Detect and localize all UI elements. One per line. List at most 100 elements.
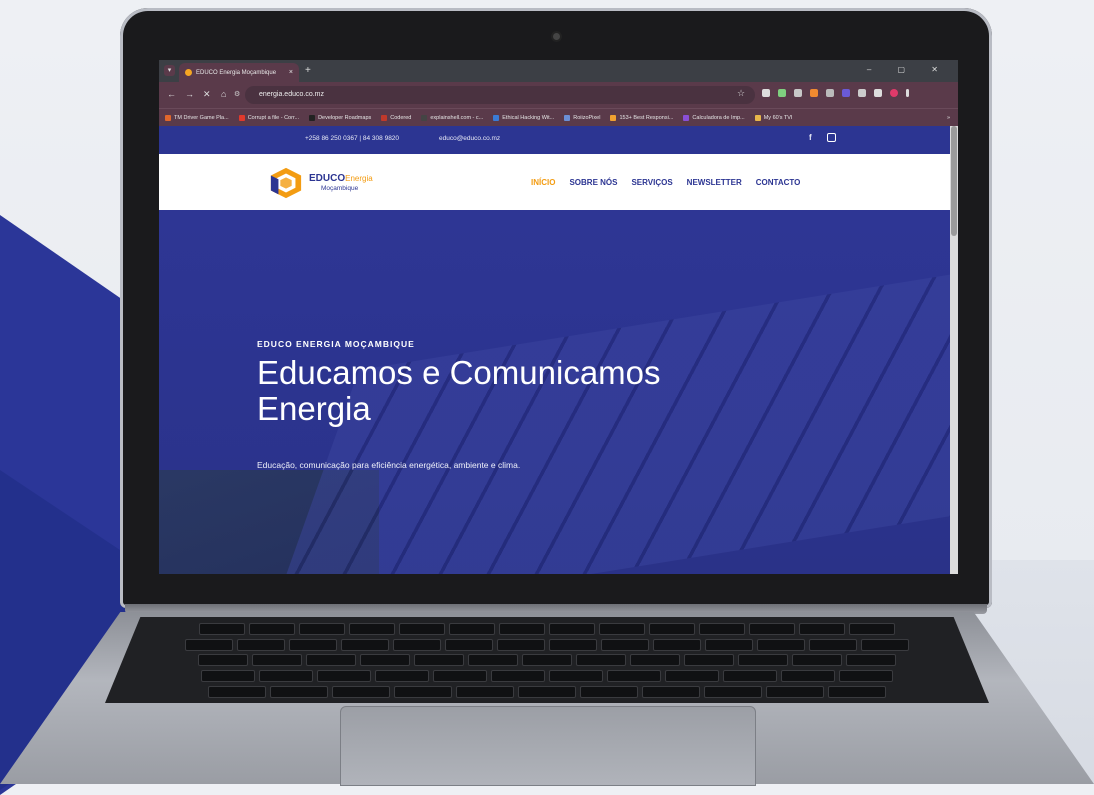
window-controls[interactable]: – ▢ ✕ bbox=[867, 65, 950, 74]
bookmark-favicon-icon bbox=[610, 114, 617, 121]
hero-tagline: Educação, comunicação para eficiência en… bbox=[257, 460, 521, 470]
favicon-icon bbox=[185, 69, 192, 76]
keyboard-key bbox=[270, 685, 328, 698]
keyboard-key bbox=[699, 623, 745, 636]
home-icon[interactable]: ⌂ bbox=[221, 89, 226, 99]
keyboard-key bbox=[599, 623, 645, 636]
site-logo[interactable]: EDUCOEnergia Moçambique bbox=[267, 166, 373, 200]
bookmark-label: Developer Roadmaps bbox=[318, 114, 372, 121]
keyboard-key bbox=[249, 623, 295, 636]
instagram-icon[interactable] bbox=[827, 133, 836, 142]
contact-email[interactable]: educo@educo.co.mz bbox=[439, 135, 500, 142]
keyboard-row bbox=[105, 623, 989, 636]
keyboard-key bbox=[649, 623, 695, 636]
keyboard-key bbox=[653, 638, 701, 651]
scrollbar-thumb[interactable] bbox=[951, 126, 957, 236]
bookmark-item[interactable]: RoiizoPixel bbox=[564, 114, 600, 121]
keyboard-key bbox=[522, 654, 572, 667]
extension-icon[interactable] bbox=[842, 89, 850, 97]
download-icon[interactable] bbox=[874, 89, 882, 97]
bookmark-label: My 60's TVI bbox=[763, 114, 793, 121]
keyboard-key bbox=[809, 638, 857, 651]
bookmark-favicon-icon bbox=[238, 114, 245, 121]
keyboard-key bbox=[399, 623, 445, 636]
keyboard-key bbox=[198, 654, 248, 667]
bookmark-label: Calculadora de Imp... bbox=[692, 114, 745, 121]
bookmark-item[interactable]: Codered bbox=[381, 114, 412, 121]
bookmark-item[interactable]: explainshell.com - c... bbox=[421, 114, 483, 121]
bookmark-item[interactable]: 153+ Best Responsi... bbox=[610, 114, 673, 121]
tab-close-icon[interactable]: × bbox=[289, 69, 293, 76]
keyboard-key bbox=[580, 685, 638, 698]
bookmark-star-icon[interactable]: ☆ bbox=[737, 88, 745, 99]
browser-toolbar: ← → ✕ ⌂ ⚙ energia.educo.co.mz ☆ bbox=[159, 82, 958, 108]
keyboard-key bbox=[394, 685, 452, 698]
bookmark-item[interactable]: Corrupt a file - Corr... bbox=[238, 114, 299, 121]
logo-brand-light: Energia bbox=[345, 173, 373, 183]
new-tab-button[interactable]: + bbox=[305, 65, 311, 76]
keyboard-key bbox=[704, 685, 762, 698]
keyboard-key bbox=[861, 638, 909, 651]
menu-item-inicio[interactable]: INÍCIO bbox=[531, 178, 555, 187]
address-bar[interactable]: ⚙ energia.educo.co.mz bbox=[234, 86, 755, 104]
bookmark-item[interactable]: My 60's TVI bbox=[754, 114, 793, 121]
keyboard-key bbox=[549, 638, 597, 651]
bookmark-label: Codered bbox=[390, 114, 412, 121]
keyboard-key bbox=[449, 623, 495, 636]
extension-icon[interactable] bbox=[778, 89, 786, 97]
bookmark-favicon-icon bbox=[165, 114, 171, 121]
forward-icon[interactable]: → bbox=[185, 89, 194, 99]
extension-icon[interactable] bbox=[762, 89, 770, 97]
extension-icon[interactable] bbox=[810, 89, 818, 97]
keyboard-key bbox=[846, 654, 896, 667]
bookmark-label: Ethical Hacking Wit... bbox=[502, 114, 555, 121]
menu-item-contacto[interactable]: CONTACTO bbox=[756, 178, 801, 187]
keyboard-key bbox=[299, 623, 345, 636]
keyboard-key bbox=[360, 654, 410, 667]
keyboard-key bbox=[781, 670, 835, 683]
site-contact-strip: +258 86 250 0367 | 84 308 9820 educo@edu… bbox=[159, 126, 958, 154]
keyboard-key bbox=[792, 654, 842, 667]
keyboard-key bbox=[445, 638, 493, 651]
laptop-trackpad bbox=[340, 706, 756, 786]
profile-avatar[interactable] bbox=[890, 89, 898, 97]
back-icon[interactable]: ← bbox=[167, 89, 176, 99]
bookmark-favicon-icon bbox=[493, 114, 500, 121]
site-info-icon[interactable]: ⚙ bbox=[234, 86, 240, 104]
tab-search-icon[interactable]: ▾ bbox=[164, 65, 175, 76]
keyboard-key bbox=[839, 670, 893, 683]
keyboard-key bbox=[549, 670, 603, 683]
bookmark-favicon-icon bbox=[381, 114, 388, 121]
keyboard-key bbox=[757, 638, 805, 651]
menu-item-newsletter[interactable]: NEWSLETTER bbox=[687, 178, 742, 187]
keyboard-key bbox=[630, 654, 680, 667]
keyboard-key bbox=[341, 638, 389, 651]
keyboard-key bbox=[414, 654, 464, 667]
page-scrollbar[interactable] bbox=[950, 126, 958, 574]
bookmark-item[interactable]: Calculadora de Imp... bbox=[683, 114, 745, 121]
menu-kebab-icon[interactable] bbox=[906, 89, 909, 97]
hero-section: EDUCO ENERGIA MOÇAMBIQUE Educamos e Comu… bbox=[159, 210, 958, 574]
bookmark-favicon-icon bbox=[421, 114, 428, 121]
bookmarks-overflow-icon[interactable]: » bbox=[947, 115, 950, 121]
bookmark-item[interactable]: Ethical Hacking Wit... bbox=[493, 114, 555, 121]
bookmark-favicon-icon bbox=[754, 114, 761, 121]
keyboard-key bbox=[393, 638, 441, 651]
extension-icon[interactable] bbox=[794, 89, 802, 97]
hero-headline: Educamos e Comunicamos Energia bbox=[257, 354, 661, 427]
url-text: energia.educo.co.mz bbox=[259, 91, 324, 98]
menu-item-sobre-nos[interactable]: SOBRE NÓS bbox=[569, 178, 617, 187]
webcam-icon bbox=[553, 33, 560, 40]
keyboard-key bbox=[199, 623, 245, 636]
keyboard-key bbox=[799, 623, 845, 636]
logo-brand-bold: EDUCO bbox=[309, 172, 346, 184]
bookmark-item[interactable]: Developer Roadmaps bbox=[309, 114, 372, 121]
extensions-puzzle-icon[interactable] bbox=[858, 89, 866, 97]
contact-phone[interactable]: +258 86 250 0367 | 84 308 9820 bbox=[305, 135, 399, 142]
menu-item-servicos[interactable]: SERVIÇOS bbox=[631, 178, 672, 187]
browser-tab[interactable]: EDUCO Energia Moçambique × bbox=[179, 63, 299, 82]
facebook-icon[interactable]: f bbox=[809, 133, 812, 142]
stop-icon[interactable]: ✕ bbox=[203, 89, 211, 100]
bookmark-item[interactable]: TM Driver Game Pla... bbox=[165, 114, 229, 121]
extension-icon[interactable] bbox=[826, 89, 834, 97]
